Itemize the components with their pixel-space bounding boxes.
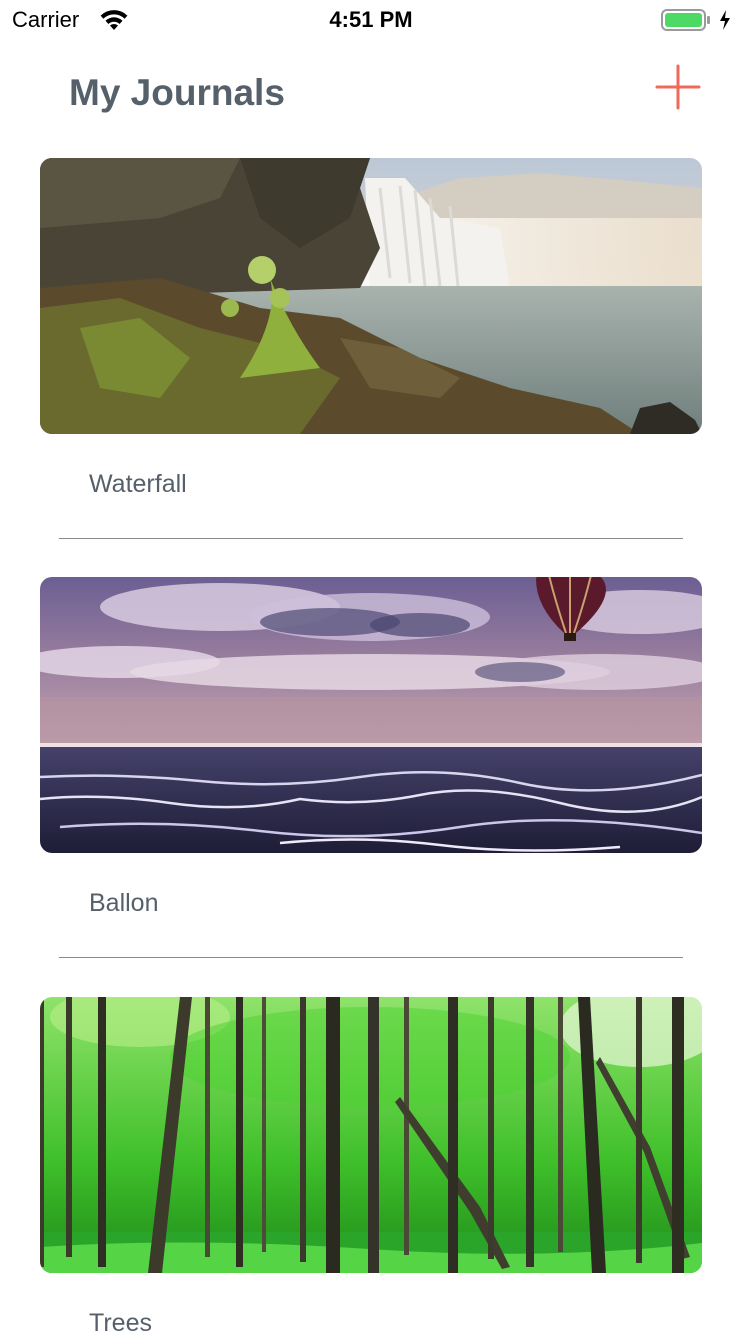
charging-bolt-icon — [720, 10, 730, 30]
journal-cover-image[interactable] — [40, 997, 702, 1273]
journal-title: Waterfall — [89, 470, 187, 498]
journal-title: Trees — [89, 1309, 152, 1337]
journal-cover-image[interactable] — [40, 577, 702, 853]
page-title: My Journals — [69, 72, 285, 113]
balloon-photo — [40, 577, 702, 853]
add-journal-button[interactable] — [654, 63, 702, 111]
forest-photo — [40, 997, 702, 1273]
nav-header: My Journals — [0, 55, 742, 135]
divider — [59, 538, 683, 539]
status-time: 4:51 PM — [329, 7, 413, 32]
plus-icon — [655, 64, 701, 110]
status-bar: Carrier 4:51 PM — [0, 0, 742, 40]
battery-icon — [661, 9, 710, 31]
journal-cover-image[interactable] — [40, 158, 702, 434]
waterfall-photo — [40, 158, 702, 434]
journal-title: Ballon — [89, 889, 159, 917]
divider — [59, 957, 683, 958]
